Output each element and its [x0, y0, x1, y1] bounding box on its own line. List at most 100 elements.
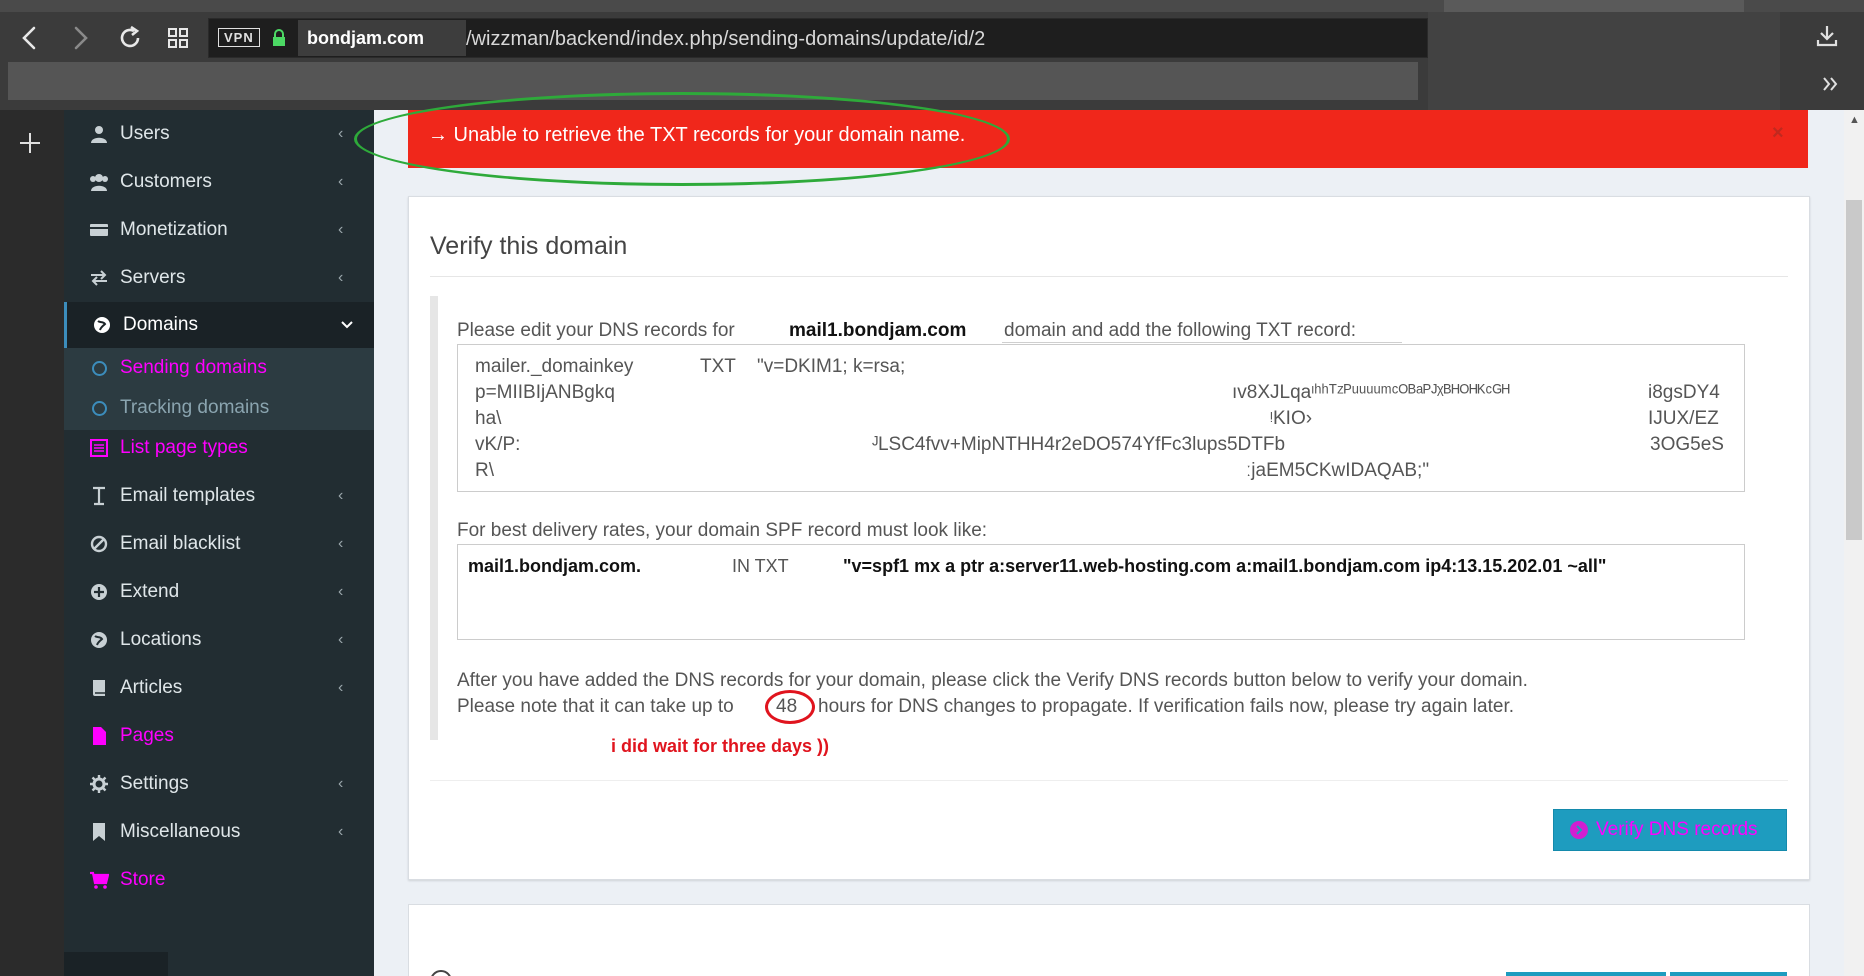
sidebar-item-email-blacklist[interactable]: Email blacklist ‹	[64, 520, 374, 568]
spf-type: IN TXT	[732, 556, 789, 576]
tab-strip	[0, 0, 1864, 12]
dkim-type: TXT	[700, 356, 736, 377]
sidebar-item-label: Email blacklist	[120, 533, 241, 554]
divider	[430, 780, 1788, 781]
chevron-left-icon: ‹	[338, 269, 344, 286]
exchange-icon	[88, 267, 110, 289]
url-path[interactable]: /wizzman/backend/index.php/sending-domai…	[466, 28, 985, 51]
dkim-line-2-start: p=MIIBIjANBgkq	[475, 382, 615, 403]
text-cursor-icon	[88, 485, 110, 507]
cart-icon	[88, 869, 110, 891]
forward-icon[interactable]	[64, 22, 96, 54]
sidebar-item-label: Settings	[120, 773, 189, 794]
arrow-circle-right-icon	[1570, 821, 1588, 839]
propagation-note-end: hours for DNS changes to propagate. If v…	[818, 696, 1514, 717]
chevron-left-icon: ‹	[338, 823, 344, 840]
chevron-left-icon: ‹	[338, 583, 344, 600]
circle-icon	[92, 400, 107, 416]
sidebar-subitem-label: Tracking domains	[120, 397, 270, 418]
sidebar-item-store[interactable]: Store	[64, 856, 374, 904]
sidebar-item-label: Servers	[120, 267, 186, 288]
spf-host: mail1.bondjam.com.	[468, 556, 642, 576]
callout-border	[430, 296, 438, 740]
browser-panel-strip	[0, 110, 64, 976]
url-domain[interactable]: bondjam.com	[307, 28, 424, 49]
sidebar-item-extend[interactable]: Extend ‹	[64, 568, 374, 616]
sidebar-item-servers[interactable]: Servers ‹	[64, 254, 374, 302]
back-icon[interactable]	[14, 22, 46, 54]
sidebar-item-pages[interactable]: Pages	[64, 712, 374, 760]
speed-dial-icon[interactable]	[162, 22, 194, 54]
box-title: Verify this domain	[430, 232, 628, 260]
sidebar-item-label: Pages	[120, 725, 174, 746]
sidebar-item-email-templates[interactable]: Email templates ‹	[64, 472, 374, 520]
dkim-line-2-end: i8gsDY4	[1648, 382, 1720, 403]
dkim-line-3-mid: ᵎKIO›	[1270, 408, 1313, 429]
annotation-note: i did wait for three days ))	[611, 736, 830, 756]
circle-icon	[92, 360, 107, 376]
sidebar-item-label: Articles	[120, 677, 183, 698]
chevron-left-icon: ‹	[338, 487, 344, 504]
sidebar-item-monetization[interactable]: Monetization ‹	[64, 206, 374, 254]
tab-highlight	[1444, 0, 1744, 12]
lock-icon[interactable]	[272, 29, 286, 47]
sidebar-item-label: Miscellaneous	[120, 821, 241, 842]
verify-dns-records-button[interactable]: Verify DNS records	[1553, 809, 1787, 851]
sidebar-lower: List page types Email templates ‹ Email …	[64, 424, 374, 976]
sidebar-subitem-sending-domains[interactable]: Sending domains	[64, 348, 374, 388]
plus-circle-icon	[88, 581, 110, 603]
sidebar-footer	[64, 952, 168, 976]
sidebar-item-customers[interactable]: Customers ‹	[64, 158, 374, 206]
double-chevron-right-icon[interactable]	[1822, 72, 1838, 98]
domains-submenu: Sending domains Tracking domains	[64, 348, 374, 430]
dns-instruction-text: Please edit your DNS records for	[457, 320, 735, 341]
chevron-left-icon: ‹	[338, 221, 344, 238]
dkim-line-3-end: IJUX/EZ	[1648, 408, 1719, 429]
spf-value: "v=spf1 mx a ptr a:server11.web-hosting.…	[843, 556, 1607, 576]
sidebar-item-label: Locations	[120, 629, 202, 650]
scrollbar-thumb[interactable]	[1846, 200, 1862, 540]
sidebar-item-users[interactable]: Users ‹	[64, 110, 374, 158]
sidebar-item-domains[interactable]: Domains	[64, 302, 374, 348]
sidebar-item-articles[interactable]: Articles ‹	[64, 664, 374, 712]
chevron-left-icon: ‹	[338, 173, 344, 190]
user-icon	[88, 123, 110, 145]
sidebar-item-label: Monetization	[120, 219, 228, 240]
dkim-record-textarea[interactable]	[457, 344, 1745, 492]
globe-icon	[91, 314, 113, 336]
credit-card-icon	[88, 219, 110, 241]
sidebar-item-miscellaneous[interactable]: Miscellaneous ‹	[64, 808, 374, 856]
second-box-button[interactable]	[1670, 972, 1787, 976]
chevron-left-icon: ‹	[338, 679, 344, 696]
bookmark-icon	[88, 821, 110, 843]
sidebar-item-settings[interactable]: Settings ‹	[64, 760, 374, 808]
second-box	[408, 904, 1810, 976]
second-box-button[interactable]	[1506, 972, 1666, 976]
sidebar-item-label: Extend	[120, 581, 180, 602]
vpn-badge[interactable]: VPN	[218, 28, 260, 47]
dkim-line-4-mid: ᴶLSC4fvv+MipNTHH4r2eDO574YfFc3lups5DTFb	[872, 434, 1286, 455]
annotation-red-circle	[765, 690, 815, 724]
divider	[1002, 342, 1402, 343]
ban-icon	[88, 533, 110, 555]
download-icon[interactable]	[1816, 24, 1838, 55]
list-icon	[88, 437, 110, 459]
sidebar-item-label: Store	[120, 869, 166, 890]
sidebar-item-list-page-types[interactable]: List page types	[64, 424, 374, 472]
dkim-host: mailer._domainkey	[475, 356, 634, 377]
dns-instruction-text-end: domain and add the following TXT record:	[1004, 320, 1357, 341]
reload-icon[interactable]	[114, 22, 146, 54]
globe-icon	[88, 629, 110, 651]
sidebar-item-locations[interactable]: Locations ‹	[64, 616, 374, 664]
sidebar-item-label: Users	[120, 123, 170, 144]
close-icon[interactable]: ×	[1772, 122, 1784, 145]
gear-icon	[88, 773, 110, 795]
chevron-down-icon	[341, 316, 353, 334]
dkim-line-4-start: vK/P:	[475, 434, 521, 455]
scroll-up-icon[interactable]: ▲	[1849, 114, 1860, 126]
dkim-value-start: "v=DKIM1; k=rsa;	[757, 356, 906, 377]
sidebar-subitem-tracking-domains[interactable]: Tracking domains	[64, 388, 374, 428]
sidebar-subitem-label: Sending domains	[120, 357, 267, 378]
add-panel-icon[interactable]	[18, 128, 42, 160]
divider	[430, 276, 1788, 277]
